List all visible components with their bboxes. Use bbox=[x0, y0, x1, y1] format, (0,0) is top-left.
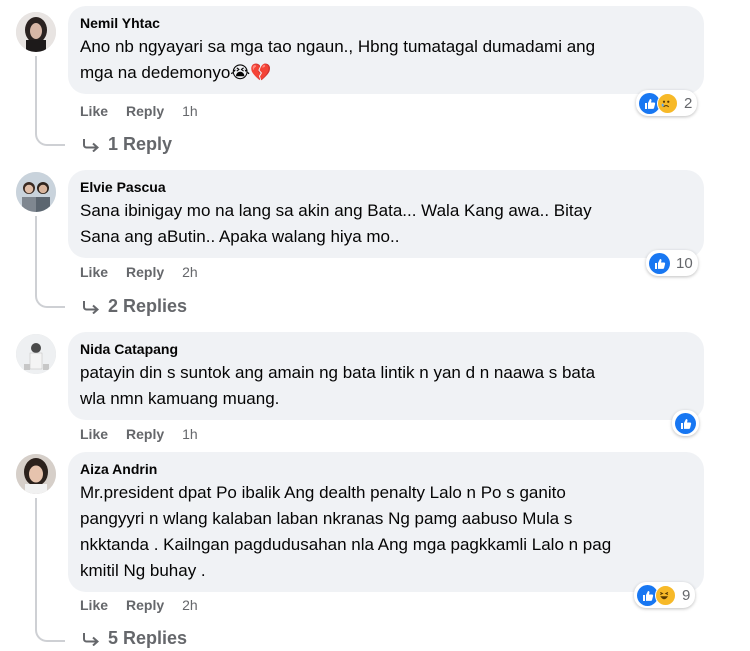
comment-actions: Like Reply 2h bbox=[80, 264, 198, 280]
comment-text-line: Sana ang aButin.. Apaka walang hiya mo.. bbox=[80, 227, 400, 246]
avatar[interactable] bbox=[16, 12, 56, 52]
comment-timestamp[interactable]: 1h bbox=[182, 103, 198, 119]
comment-bubble: Elvie Pascua Sana ibinigay mo na lang sa… bbox=[68, 170, 704, 258]
like-button[interactable]: Like bbox=[80, 597, 108, 613]
view-replies-link[interactable]: 1 Reply bbox=[82, 134, 172, 155]
comment-bubble: Aiza Andrin Mr.president dpat Po ibalik … bbox=[68, 452, 704, 592]
comment-timestamp[interactable]: 2h bbox=[182, 597, 198, 613]
reply-button[interactable]: Reply bbox=[126, 426, 164, 442]
comment-author[interactable]: Nemil Yhtac bbox=[80, 14, 692, 32]
reply-arrow-icon bbox=[83, 632, 100, 646]
reaction-summary[interactable]: 9 bbox=[634, 582, 696, 608]
comment-timestamp[interactable]: 1h bbox=[182, 426, 198, 442]
comment-timestamp[interactable]: 2h bbox=[182, 264, 198, 280]
comment-bubble: Nida Catapang patayin din s suntok ang a… bbox=[68, 332, 704, 420]
thread-connector bbox=[35, 56, 37, 132]
thread-connector bbox=[35, 216, 37, 294]
reaction-count: 2 bbox=[684, 94, 693, 112]
reply-button[interactable]: Reply bbox=[126, 103, 164, 119]
reaction-summary[interactable] bbox=[672, 410, 699, 436]
reaction-summary[interactable]: 2 bbox=[636, 90, 698, 116]
avatar[interactable] bbox=[16, 172, 56, 212]
avatar[interactable] bbox=[16, 334, 56, 374]
comment-bubble: Nemil Yhtac Ano nb ngyayari sa mga tao n… bbox=[68, 6, 704, 94]
comment-text-line: Sana ibinigay mo na lang sa akin ang Bat… bbox=[80, 201, 592, 220]
comment-text-line: nkktanda . Kailngan pagdudusahan nla Ang… bbox=[80, 535, 612, 554]
comment-author[interactable]: Aiza Andrin bbox=[80, 460, 692, 478]
comment-actions: Like Reply 2h bbox=[80, 597, 198, 613]
reply-button[interactable]: Reply bbox=[126, 264, 164, 280]
avatar-image bbox=[16, 454, 56, 494]
reply-button[interactable]: Reply bbox=[126, 597, 164, 613]
avatar-image bbox=[16, 172, 56, 212]
thread-connector-curve bbox=[35, 290, 65, 308]
view-replies-label[interactable]: 1 Reply bbox=[108, 134, 172, 155]
comment-text-line: mga na dedemonyo😭💔 bbox=[80, 63, 272, 82]
like-button[interactable]: Like bbox=[80, 103, 108, 119]
reaction-count: 9 bbox=[682, 586, 691, 604]
comment-text-line: Mr.president dpat Po ibalik Ang dealth p… bbox=[80, 483, 566, 502]
comment-text-line: kmitil Ng buhay . bbox=[80, 561, 206, 580]
comment-actions: Like Reply 1h bbox=[80, 426, 198, 442]
reply-arrow-icon bbox=[83, 300, 100, 314]
thread-connector-curve bbox=[35, 624, 65, 642]
comment-actions: Like Reply 1h bbox=[80, 103, 198, 119]
reaction-count: 10 bbox=[676, 254, 693, 272]
reply-arrow-icon bbox=[83, 138, 100, 152]
comment-author[interactable]: Nida Catapang bbox=[80, 340, 692, 358]
thread-connector bbox=[35, 498, 37, 628]
reaction-summary[interactable]: 10 bbox=[646, 250, 698, 276]
thumbs-up-reaction-icon bbox=[649, 252, 670, 274]
view-replies-label[interactable]: 2 Replies bbox=[108, 296, 187, 317]
avatar[interactable] bbox=[16, 454, 56, 494]
thread-connector-curve bbox=[35, 128, 65, 146]
like-button[interactable]: Like bbox=[80, 264, 108, 280]
sad-reaction-icon bbox=[657, 92, 678, 114]
avatar-image bbox=[16, 12, 56, 52]
view-replies-label[interactable]: 5 Replies bbox=[108, 628, 187, 649]
comment-author[interactable]: Elvie Pascua bbox=[80, 178, 692, 196]
comment-text-line: patayin din s suntok ang amain ng bata l… bbox=[80, 363, 596, 382]
avatar-image bbox=[16, 334, 56, 374]
comment-text-line: wla nmn kamuang muang. bbox=[80, 389, 280, 408]
comment-text-line: Ano nb ngyayari sa mga tao ngaun., Hbng … bbox=[80, 37, 596, 56]
view-replies-link[interactable]: 5 Replies bbox=[82, 628, 187, 649]
view-replies-link[interactable]: 2 Replies bbox=[82, 296, 187, 317]
thumbs-up-reaction-icon bbox=[675, 412, 696, 434]
comment-text-line: pangyyri n wlang kalaban laban nkranas N… bbox=[80, 509, 573, 528]
like-button[interactable]: Like bbox=[80, 426, 108, 442]
haha-reaction-icon bbox=[655, 584, 676, 606]
